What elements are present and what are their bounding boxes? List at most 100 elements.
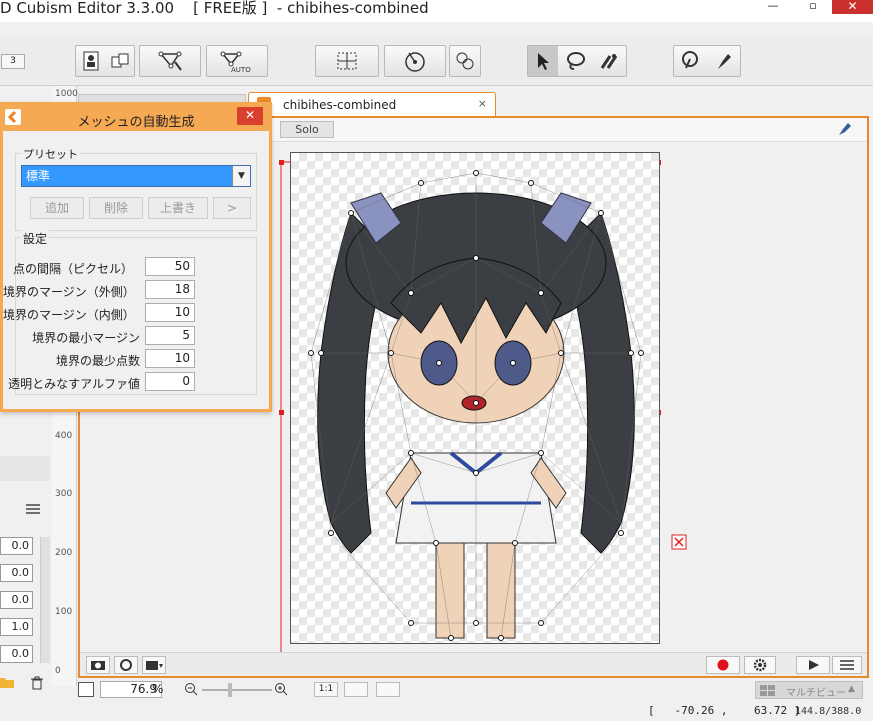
character-mesh-illustration: [308, 170, 644, 641]
setting-input-alpha-threshold[interactable]: 0: [145, 372, 195, 391]
lasso-icon[interactable]: [561, 46, 591, 76]
window-title: D Cubism Editor 3.3.00 [ FREE版 ] - chibi…: [0, 0, 429, 17]
param-value[interactable]: 0.0: [0, 537, 33, 555]
param-value[interactable]: 0.0: [0, 564, 33, 582]
multiview-button[interactable]: マルチビュー ▲: [755, 681, 863, 699]
multiview-label: マルチビュー: [786, 688, 846, 699]
setting-label-inner-margin: 境界のマージン（内側）: [3, 308, 135, 322]
param-value[interactable]: 0.0: [0, 591, 33, 609]
list-icon[interactable]: [832, 656, 862, 674]
zoom-slider[interactable]: [202, 689, 272, 691]
status-bar: [ -70.26 , 63.72 ] 144.8/388.0: [0, 702, 873, 721]
background-color-swatch[interactable]: [78, 682, 94, 697]
camera-settings-icon[interactable]: [114, 656, 138, 674]
pin-icon[interactable]: [674, 46, 706, 76]
ruler-label: 200: [55, 548, 73, 558]
pen-tools-group: [673, 45, 741, 77]
chevron-down-icon: ▼: [232, 166, 250, 186]
zoom-slider-handle[interactable]: [228, 683, 232, 697]
preset-add-button[interactable]: 追加: [30, 197, 84, 219]
setting-label-point-spacing: 点の間隔（ピクセル）: [12, 262, 133, 276]
preset-delete-button[interactable]: 削除: [89, 197, 143, 219]
tab-close-icon[interactable]: ×: [478, 97, 487, 110]
rotation-deformer-icon: [385, 46, 445, 76]
zoom-bar: 76.9 % 1:1: [78, 679, 873, 701]
param-value[interactable]: 1.0: [0, 618, 33, 636]
pen-icon[interactable]: [708, 46, 740, 76]
tab-chibihes-combined[interactable]: chibihes-combined ×: [248, 92, 496, 116]
rotation-deformer-button[interactable]: [384, 45, 446, 77]
layers-icon[interactable]: [106, 46, 134, 76]
ruler-label: 1000: [55, 89, 78, 99]
svg-text:AUTO: AUTO: [231, 66, 251, 74]
ruler-label: 100: [55, 607, 73, 617]
tab-label: chibihes-combined: [283, 98, 397, 112]
fit-width-icon[interactable]: [376, 682, 400, 697]
camera-export-icon[interactable]: [142, 656, 166, 674]
zoom-out-icon[interactable]: [184, 682, 198, 696]
preset-value: 標準: [26, 169, 51, 183]
setting-input-min-points[interactable]: 10: [145, 349, 195, 368]
ruler-label: 400: [55, 431, 73, 441]
auto-mesh-dialog: メッシュの自動生成 ✕ プリセット 標準 ▼ 追加 削除 上書き > 設定 点の…: [0, 102, 272, 412]
artwork-canvas[interactable]: [290, 152, 660, 644]
cursor-coordinates: [ -70.26 , 63.72 ]: [648, 704, 801, 717]
auto-mesh-icon: AUTO: [207, 46, 267, 76]
dialog-title: メッシュの自動生成: [77, 115, 195, 130]
glue-button[interactable]: [449, 45, 481, 77]
record-button[interactable]: [706, 656, 740, 674]
auto-mesh-button[interactable]: AUTO: [206, 45, 268, 77]
main-toolbar: 3 AUTO: [0, 38, 873, 86]
maximize-button[interactable]: ▫: [800, 0, 826, 14]
ruler-label: 0: [55, 666, 61, 676]
preset-group-label: プリセット: [21, 146, 80, 162]
deformer-warp-button[interactable]: [315, 45, 379, 77]
setting-input-inner-margin[interactable]: 10: [145, 303, 195, 322]
setting-label-outer-margin: 境界のマージン（外側）: [3, 285, 135, 299]
minimize-button[interactable]: —: [760, 0, 786, 14]
tool-group-deformer: [75, 45, 135, 77]
ruler-label: 300: [55, 489, 73, 499]
chevron-up-icon: ▲: [848, 684, 855, 694]
trash-icon[interactable]: [30, 676, 44, 690]
setting-input-min-margin[interactable]: 5: [145, 326, 195, 345]
camera-icon[interactable]: [86, 656, 110, 674]
settings-group-label: 設定: [21, 230, 50, 247]
dialog-titlebar[interactable]: メッシュの自動生成 ✕: [3, 105, 269, 131]
setting-label-alpha-threshold: 透明とみなすアルファ値: [8, 377, 140, 391]
zoom-unit: %: [152, 682, 164, 696]
dialog-close-button[interactable]: ✕: [237, 107, 263, 125]
glue-icon: [450, 46, 480, 76]
warp-deformer-icon: [316, 46, 378, 76]
setting-input-outer-margin[interactable]: 18: [145, 280, 195, 299]
solo-button[interactable]: Solo: [280, 121, 334, 138]
param-value[interactable]: 0.0: [0, 645, 33, 663]
brush-select-icon[interactable]: [594, 46, 624, 76]
folder-icon[interactable]: [0, 676, 14, 688]
preset-overwrite-button[interactable]: 上書き: [148, 197, 208, 219]
arrow-select-icon[interactable]: [528, 46, 558, 76]
fit-screen-icon[interactable]: [344, 682, 368, 697]
param-scrollbar[interactable]: [40, 537, 50, 663]
mesh-edit-icon: [140, 46, 200, 76]
setting-input-point-spacing[interactable]: 50: [145, 257, 195, 276]
close-window-button[interactable]: ✕: [832, 0, 873, 14]
mesh-edit-button[interactable]: [139, 45, 201, 77]
setting-label-min-points: 境界の最少点数: [55, 354, 140, 368]
setting-label-min-margin: 境界の最小マージン: [32, 331, 140, 345]
panel-separator: [0, 456, 50, 481]
preset-more-button[interactable]: >: [213, 197, 251, 219]
zoom-in-icon[interactable]: [274, 682, 288, 696]
gear-icon[interactable]: [744, 656, 776, 674]
page-number-box[interactable]: 3: [1, 54, 25, 69]
memory-readout: 144.8/388.0: [795, 706, 862, 717]
select-tools-group: [527, 45, 627, 77]
menu-icon[interactable]: [26, 503, 46, 517]
person-icon[interactable]: [78, 46, 106, 76]
pen-icon[interactable]: [835, 121, 857, 139]
title-bar: D Cubism Editor 3.3.00 [ FREE版 ] - chibi…: [0, 0, 873, 22]
zoom-one-to-one-button[interactable]: 1:1: [314, 682, 338, 697]
play-icon[interactable]: [796, 656, 830, 674]
view-bottom-toolbar: [80, 652, 867, 676]
preset-dropdown[interactable]: 標準 ▼: [21, 165, 251, 187]
